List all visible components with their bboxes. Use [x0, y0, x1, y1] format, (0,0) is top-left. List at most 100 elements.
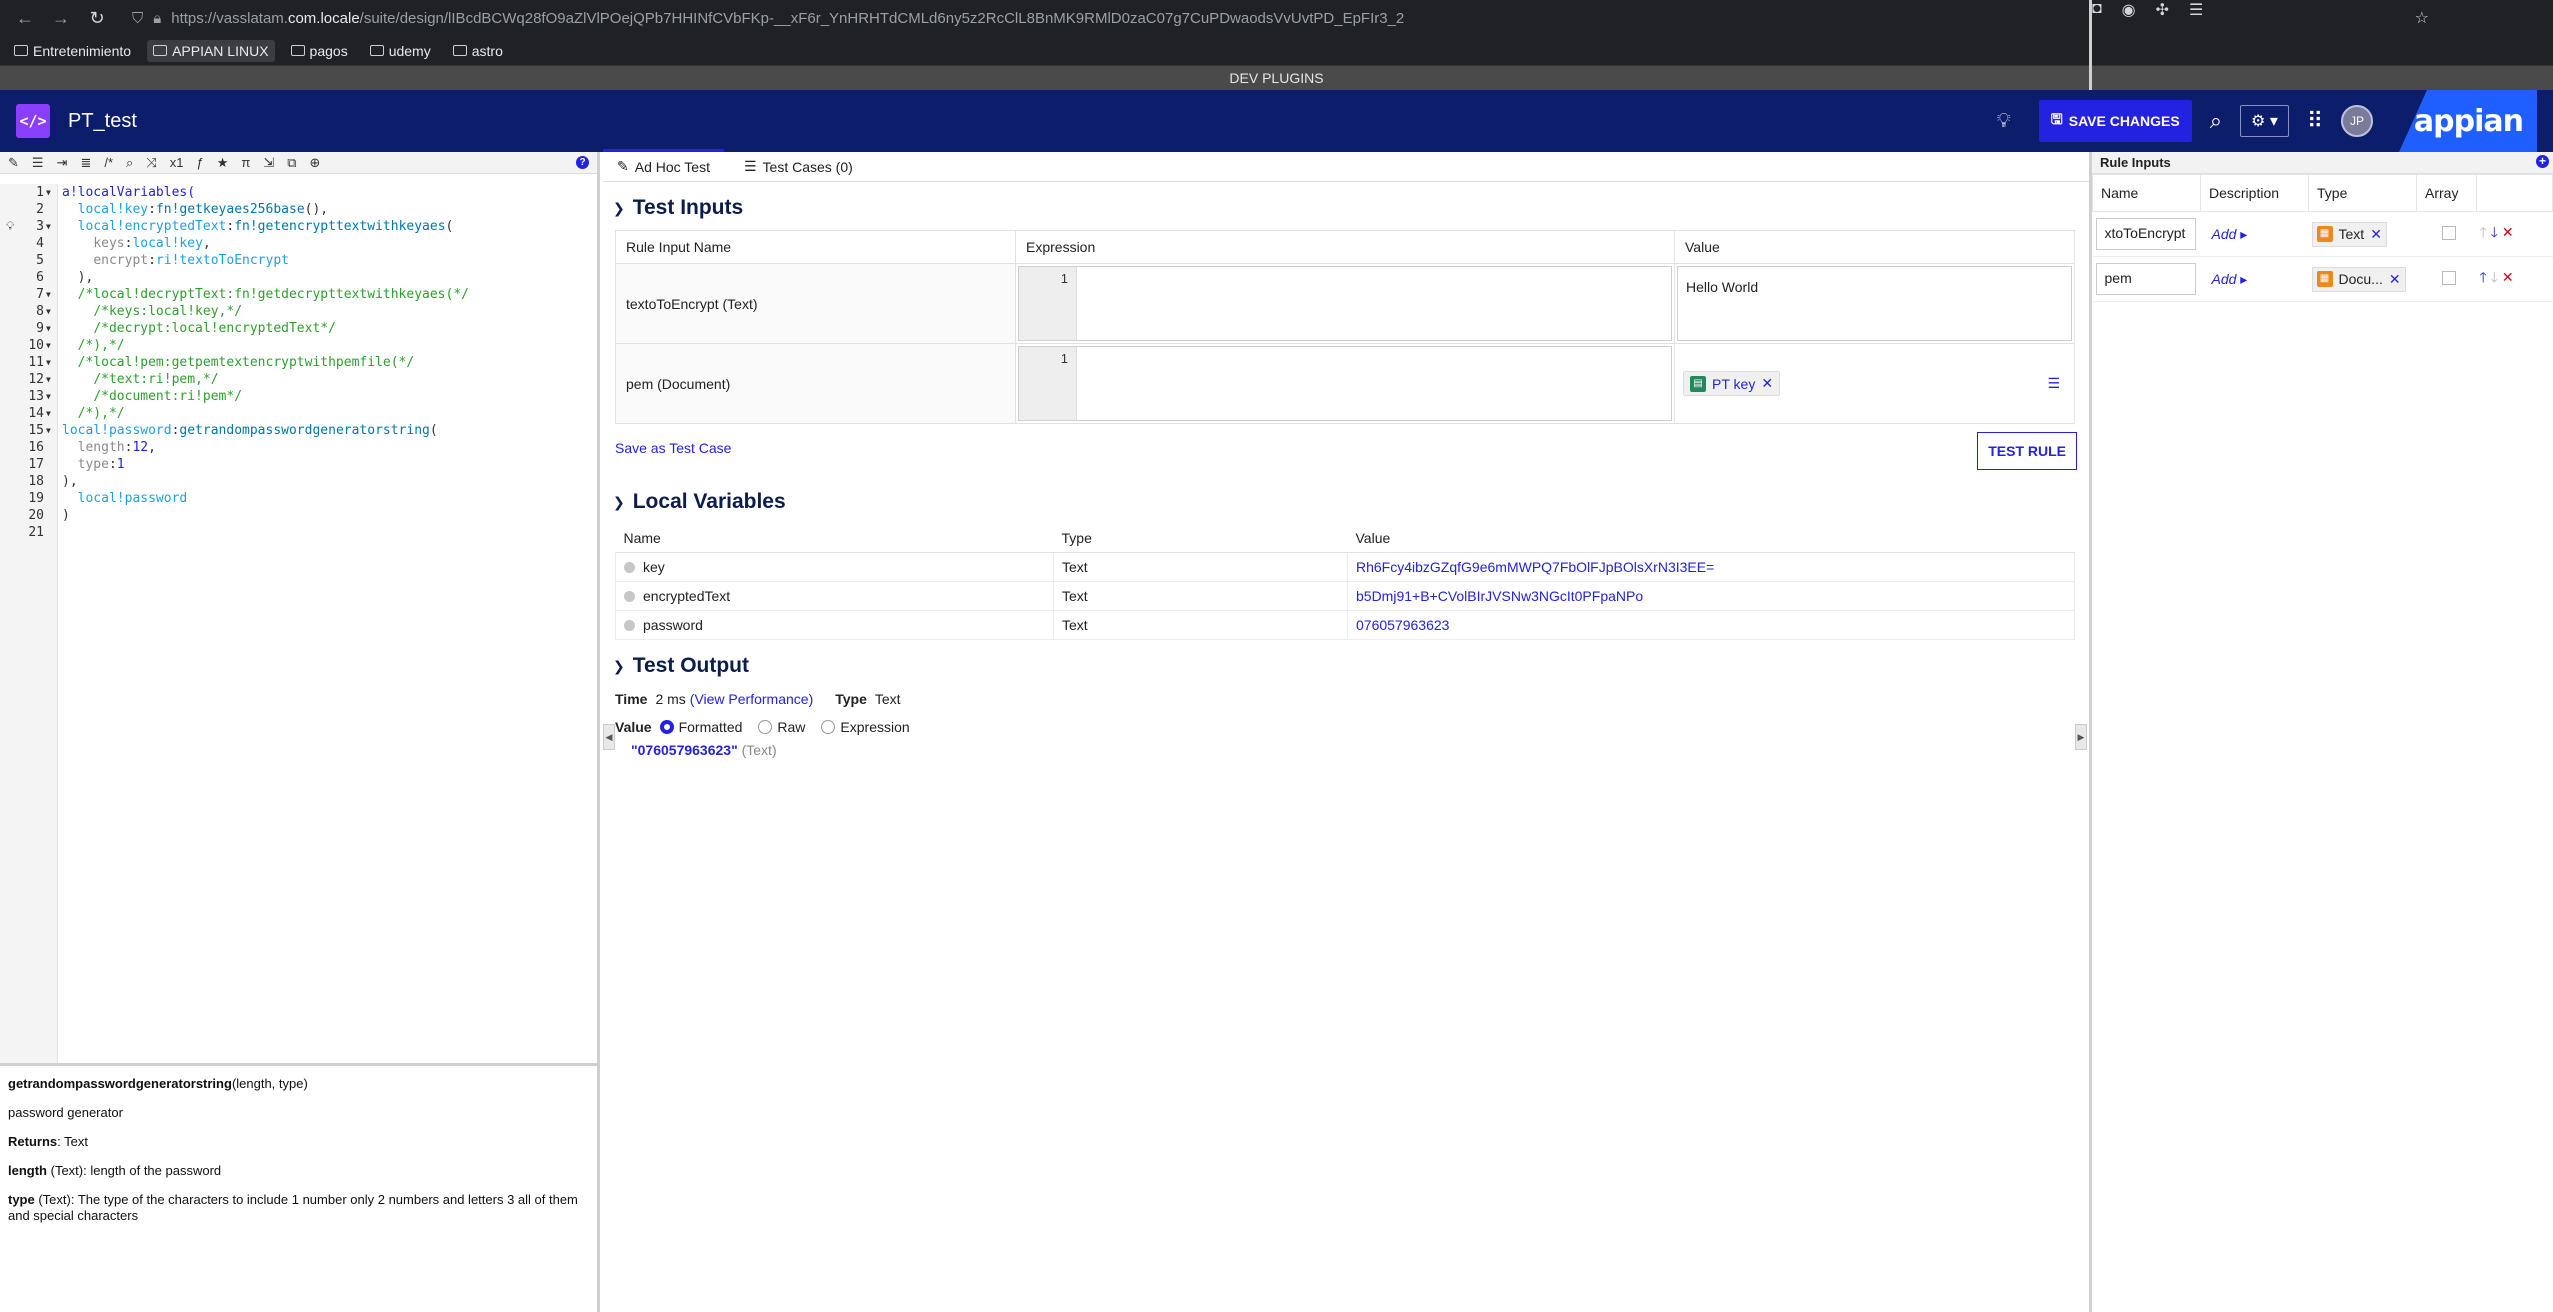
view-performance-link[interactable]: (View Performance) [690, 691, 813, 707]
code-line[interactable]: 2 local!key:fn!getkeyaes256base(), [0, 201, 600, 218]
array-checkbox[interactable] [2441, 270, 2456, 285]
expression-input[interactable]: 1 [1018, 346, 1672, 421]
copy-icon[interactable]: ⧉ [287, 155, 296, 171]
export-icon[interactable]: ⇲ [263, 155, 274, 171]
list-icon[interactable]: ≣ [80, 155, 91, 171]
code-line[interactable]: 8 ▼ /*keys:local!key,*/ [0, 303, 600, 320]
code-line[interactable]: 18), [0, 473, 600, 490]
code-line[interactable]: 17 type:1 [0, 456, 600, 473]
apps-grid-icon[interactable]: ⠿ [2307, 108, 2323, 134]
code-line[interactable]: 21 [0, 524, 600, 541]
value-input[interactable]: Hello World [1677, 266, 2072, 341]
fold-arrow-icon[interactable]: ▼ [46, 388, 51, 405]
save-changes-button[interactable]: 🖫 SAVE CHANGES [2038, 100, 2192, 142]
add-rule-input-icon[interactable]: + [2536, 155, 2549, 168]
code-line[interactable]: 19 local!password [0, 490, 600, 507]
remove-icon[interactable]: ✕ [2389, 271, 2401, 288]
fold-arrow-icon[interactable]: ▼ [46, 354, 51, 371]
picker-list-icon[interactable]: ☰ [2047, 375, 2060, 392]
fold-arrow-icon[interactable]: ▼ [46, 184, 51, 201]
settings-menu-button[interactable]: ⚙ ▾ [2240, 105, 2289, 137]
delete-icon[interactable]: ✕ [2502, 269, 2514, 285]
test-rule-button[interactable]: TEST RULE [1977, 432, 2077, 470]
code-line[interactable]: 9 ▼ /*decrypt:local!encryptedText*/ [0, 320, 600, 337]
code-line[interactable]: 6 ), [0, 269, 600, 286]
code-line[interactable]: 14 ▼ /*),*/ [0, 405, 600, 422]
code-area[interactable]: 1 ▼ a!localVariables(2 local!key:fn!getkey… [0, 184, 600, 1064]
move-up-icon[interactable]: 🡑 [2480, 269, 2487, 285]
type-chip[interactable]: ▦ Text ✕ [2311, 221, 2387, 247]
move-down-icon[interactable]: 🡓 [2491, 269, 2498, 285]
variable-value[interactable]: 076057963623 [1347, 610, 2075, 640]
fold-arrow-icon[interactable]: ▼ [46, 337, 51, 354]
fold-arrow-icon[interactable]: ▼ [46, 218, 51, 235]
bookmark-item[interactable]: Entretenimiento [8, 40, 137, 62]
code-line[interactable]: 11 ▼ /*local!pem:getpemtextencryptwithpem… [0, 354, 600, 371]
bookmark-item[interactable]: APPIAN LINUX [147, 39, 275, 62]
fold-arrow-icon[interactable]: ▼ [46, 320, 51, 337]
test-inputs-header[interactable]: ❯ Test Inputs [613, 196, 2089, 220]
move-up-icon[interactable]: 🡑 [2480, 224, 2487, 240]
code-line[interactable]: 20) [0, 507, 600, 524]
wand-icon[interactable]: ✎ [8, 155, 19, 171]
variable-value[interactable]: b5Dmj91+B+CVolBIrJVSNw3NGcIt0PFpaNPo [1347, 581, 2075, 611]
rule-input-name-field[interactable]: xtoToEncrypt [2095, 218, 2196, 250]
forward-icon[interactable]: → [50, 8, 72, 29]
pi-icon[interactable]: π [241, 155, 250, 170]
radio-raw[interactable]: Raw [758, 719, 805, 735]
variable-icon[interactable]: x1 [170, 155, 184, 170]
radio-expression[interactable]: Expression [821, 719, 910, 735]
move-down-icon[interactable]: 🡓 [2491, 224, 2498, 240]
lightbulb-icon[interactable]: 💡︎ [1997, 110, 2011, 133]
outdent-icon[interactable]: ☰ [32, 155, 44, 171]
tab-test-cases[interactable]: ☰ Test Cases (0) [730, 152, 867, 181]
test-output-header[interactable]: ❯ Test Output [613, 654, 2089, 678]
code-line[interactable]: 💡︎ 3 ▼ local!encryptedText:fn!getencryptte… [0, 218, 600, 235]
help-icon[interactable]: ? [576, 156, 589, 169]
find-icon[interactable]: ⌕ [126, 155, 133, 171]
shuffle-icon[interactable]: ⤨ [146, 155, 156, 171]
bookmark-item[interactable]: udemy [364, 40, 437, 62]
type-chip[interactable]: ▦ Docu... ✕ [2311, 266, 2406, 292]
indent-icon[interactable]: ⇥ [57, 155, 68, 171]
rule-input-name-field[interactable]: pem [2095, 263, 2196, 295]
fold-arrow-icon[interactable]: ▼ [46, 405, 51, 422]
code-line[interactable]: 7 ▼ /*local!decryptText:fn!getdecrypttext… [0, 286, 600, 303]
fold-arrow-icon[interactable]: ▼ [46, 303, 51, 320]
fold-arrow-icon[interactable]: ▼ [46, 286, 51, 303]
code-line[interactable]: 15 ▼ local!password:getrandompasswordgener… [0, 422, 600, 439]
code-line[interactable]: 4 keys:local!key, [0, 235, 600, 252]
code-line[interactable]: 1 ▼ a!localVariables( [0, 184, 600, 201]
avatar[interactable]: JP [2341, 105, 2373, 137]
lightbulb-icon[interactable]: 💡︎ [6, 218, 14, 235]
array-checkbox[interactable] [2441, 225, 2456, 240]
code-line[interactable]: 13 ▼ /*document:ri!pem*/ [0, 388, 600, 405]
document-chip[interactable]: ▤ PT key ✕ [1683, 371, 1781, 396]
add-description-link[interactable]: Add ▸ [2204, 226, 2248, 242]
code-line[interactable]: 10 ▼ /*),*/ [0, 337, 600, 354]
collapse-right-icon[interactable]: ▶ [2075, 724, 2087, 750]
code-line[interactable]: 12 ▼ /*text:ri!pem,*/ [0, 371, 600, 388]
function-icon[interactable]: ƒ [196, 155, 203, 170]
search-icon[interactable]: ⌕ [2210, 108, 2222, 134]
add-description-link[interactable]: Add ▸ [2204, 271, 2248, 287]
comment-icon[interactable]: /* [104, 155, 113, 170]
variable-value[interactable]: Rh6Fcy4ibzGZqfG9e6mMWPQ7FbOlFJpBOlsXrN3I… [1347, 552, 2075, 582]
collapse-left-icon[interactable]: ◀ [603, 724, 615, 750]
code-line[interactable]: 5 encrypt:ri!textoToEncrypt [0, 252, 600, 269]
local-variables-header[interactable]: ❯ Local Variables [613, 490, 2089, 514]
delete-icon[interactable]: ✕ [2502, 224, 2514, 240]
favorite-icon[interactable]: ★ [217, 155, 229, 171]
fold-arrow-icon[interactable]: ▼ [46, 371, 51, 388]
radio-formatted[interactable]: Formatted [659, 719, 742, 735]
remove-icon[interactable]: ✕ [2370, 226, 2382, 243]
reload-icon[interactable]: ↻ [86, 8, 108, 29]
remove-icon[interactable]: ✕ [1761, 375, 1773, 392]
code-line[interactable]: 16 length:12, [0, 439, 600, 456]
fold-arrow-icon[interactable]: ▼ [46, 422, 51, 439]
expression-input[interactable]: 1 [1018, 266, 1672, 341]
bookmark-item[interactable]: astro [447, 40, 509, 62]
save-as-test-case-link[interactable]: Save as Test Case [615, 440, 731, 456]
zoom-icon[interactable]: ⊕ [310, 155, 321, 171]
bookmark-item[interactable]: pagos [285, 40, 354, 62]
